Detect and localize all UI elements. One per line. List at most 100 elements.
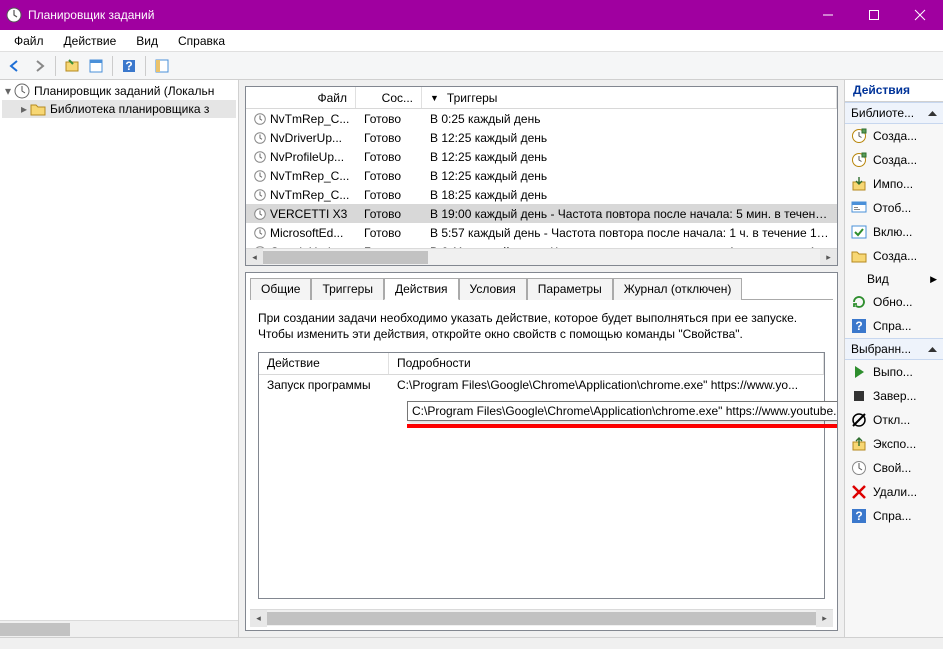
task-state: Готово <box>356 188 422 202</box>
col-name[interactable]: Файл <box>246 87 356 108</box>
action-icon <box>851 128 867 144</box>
minimize-button[interactable] <box>805 0 851 30</box>
tab-general[interactable]: Общие <box>250 278 311 300</box>
scroll-left-icon[interactable]: ◂ <box>246 249 263 266</box>
actions-item[interactable]: Свой... <box>845 456 943 480</box>
scroll-left-icon[interactable]: ◂ <box>250 610 267 627</box>
tree-library[interactable]: ▸ Библиотека планировщика з <box>2 100 236 118</box>
app-icon <box>6 7 22 23</box>
collapse-arrow-icon <box>928 109 937 118</box>
tabs: Общие Триггеры Действия Условия Параметр… <box>246 273 837 299</box>
actions-item[interactable]: Выпо... <box>845 360 943 384</box>
task-row[interactable]: MicrosoftEd... ГотовоВ 5:57 каждый день -… <box>246 223 837 242</box>
task-name: VERCETTI X3 <box>270 207 347 221</box>
actions-item[interactable]: ?Спра... <box>845 504 943 528</box>
back-button[interactable] <box>4 55 26 77</box>
actions-item-label: Спра... <box>873 319 912 333</box>
actions-item[interactable]: Созда... <box>845 124 943 148</box>
task-row[interactable]: NvTmRep_C...ГотовоВ 18:25 каждый день <box>246 185 837 204</box>
expand-icon[interactable]: ▸ <box>18 102 30 116</box>
menu-view[interactable]: Вид <box>126 32 168 50</box>
actions-item[interactable]: Экспо... <box>845 432 943 456</box>
clock-icon <box>254 132 266 144</box>
actions-item[interactable]: Импо... <box>845 172 943 196</box>
tab-conditions[interactable]: Условия <box>459 278 527 300</box>
actions-col-details[interactable]: Подробности <box>389 353 824 374</box>
toolbar-folder-button[interactable] <box>61 55 83 77</box>
window-title: Планировщик заданий <box>28 8 805 22</box>
action-icon <box>851 294 867 310</box>
menu-action[interactable]: Действие <box>54 32 127 50</box>
task-trigger: В 19:00 каждый день - Частота повтора по… <box>422 207 837 221</box>
actions-col-action[interactable]: Действие <box>259 353 389 374</box>
action-icon: ? <box>851 508 867 524</box>
actions-item-label: Созда... <box>873 153 917 167</box>
clock-icon <box>254 189 266 201</box>
tree-library-label: Библиотека планировщика з <box>50 102 209 116</box>
task-name: MicrosoftEd... <box>270 226 343 240</box>
actions-row-details: C:\Program Files\Google\Chrome\Applicati… <box>389 378 824 392</box>
action-icon <box>851 388 867 404</box>
toolbar: ? <box>0 52 943 80</box>
menu-help[interactable]: Справка <box>168 32 235 50</box>
actions-item-label: Свой... <box>873 461 911 475</box>
actions-item[interactable]: Откл... <box>845 408 943 432</box>
forward-button[interactable] <box>28 55 50 77</box>
toolbar-help-button[interactable]: ? <box>118 55 140 77</box>
task-row[interactable]: NvProfileUp...ГотовоВ 12:25 каждый день <box>246 147 837 166</box>
task-row[interactable]: NvDriverUp...ГотовоВ 12:25 каждый день <box>246 128 837 147</box>
tab-actions[interactable]: Действия <box>384 278 459 300</box>
actions-item-label: Созда... <box>873 129 917 143</box>
collapse-arrow-icon <box>928 345 937 354</box>
toolbar-properties-button[interactable] <box>85 55 107 77</box>
action-icon <box>851 412 867 428</box>
actions-item[interactable]: ?Спра... <box>845 314 943 338</box>
sort-arrow-icon: ▼ <box>430 93 439 103</box>
tooltip: C:\Program Files\Google\Chrome\Applicati… <box>407 401 837 421</box>
details-scrollbar[interactable]: ◂ ▸ <box>250 609 833 626</box>
col-triggers[interactable]: ▼Триггеры <box>422 87 837 108</box>
task-trigger: В 12:25 каждый день <box>422 150 837 164</box>
task-trigger: В 5:57 каждый день - Частота повтора пос… <box>422 226 837 240</box>
tab-settings[interactable]: Параметры <box>527 278 613 300</box>
actions-item[interactable]: Созда... <box>845 244 943 268</box>
col-state[interactable]: Сос... <box>356 87 422 108</box>
task-trigger: В 0:25 каждый день <box>422 112 837 126</box>
actions-item[interactable]: Вклю... <box>845 220 943 244</box>
tab-history[interactable]: Журнал (отключен) <box>613 278 743 300</box>
actions-row[interactable]: Запуск программы C:\Program Files\Google… <box>259 375 824 395</box>
close-button[interactable] <box>897 0 943 30</box>
actions-item[interactable]: Обно... <box>845 290 943 314</box>
actions-section-library[interactable]: Библиоте... <box>845 102 943 124</box>
task-state: Готово <box>356 226 422 240</box>
task-details: Общие Триггеры Действия Условия Параметр… <box>245 272 838 631</box>
toolbar-preview-button[interactable] <box>151 55 173 77</box>
task-state: Готово <box>356 207 422 221</box>
tasklist-scrollbar[interactable]: ◂ ▸ <box>246 248 837 265</box>
tab-triggers[interactable]: Триггеры <box>311 278 384 300</box>
maximize-button[interactable] <box>851 0 897 30</box>
annotation-redline <box>407 424 837 428</box>
title-bar: Планировщик заданий <box>0 0 943 30</box>
tree-scrollbar[interactable] <box>0 620 238 637</box>
task-name: NvTmRep_C... <box>270 112 349 126</box>
actions-section-selected[interactable]: Выбранн... <box>845 338 943 360</box>
tree-root[interactable]: ▾ Планировщик заданий (Локальн <box>2 82 236 100</box>
collapse-icon[interactable]: ▾ <box>2 84 14 98</box>
task-list: Файл Сос... ▼Триггеры NvTmRep_C...Готово… <box>245 86 838 266</box>
actions-item[interactable]: Удали... <box>845 480 943 504</box>
menu-file[interactable]: Файл <box>4 32 54 50</box>
task-row[interactable]: VERCETTI X3 ГотовоВ 19:00 каждый день - Ч… <box>246 204 837 223</box>
actions-item-label: Созда... <box>873 249 917 263</box>
task-name: NvTmRep_C... <box>270 169 349 183</box>
actions-item[interactable]: Завер... <box>845 384 943 408</box>
scroll-right-icon[interactable]: ▸ <box>816 610 833 627</box>
task-state: Готово <box>356 169 422 183</box>
task-row[interactable]: NvTmRep_C...ГотовоВ 0:25 каждый день <box>246 109 837 128</box>
folder-icon <box>30 101 46 117</box>
scroll-right-icon[interactable]: ▸ <box>820 249 837 266</box>
actions-item-view[interactable]: Вид ▶ <box>845 268 943 290</box>
actions-item[interactable]: Созда... <box>845 148 943 172</box>
actions-item[interactable]: Отоб... <box>845 196 943 220</box>
task-row[interactable]: NvTmRep_C...ГотовоВ 12:25 каждый день <box>246 166 837 185</box>
